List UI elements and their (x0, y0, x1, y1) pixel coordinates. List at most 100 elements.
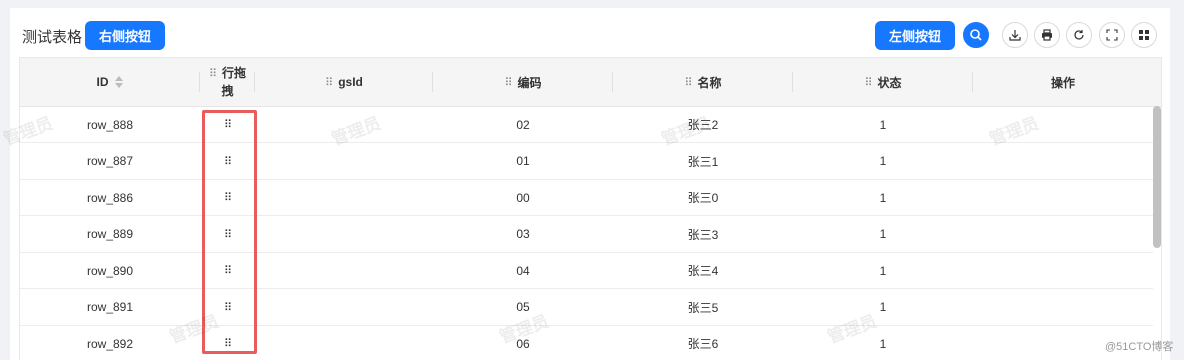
cell-status: 1 (879, 154, 887, 168)
cell-action (973, 290, 1153, 325)
drag-handle-icon[interactable]: ⠿ (684, 76, 692, 89)
row-drag-handle-icon[interactable]: ⠿ (224, 264, 232, 277)
column-header-label: gsId (338, 75, 363, 89)
cell-drag[interactable]: ⠿ (200, 290, 255, 325)
column-settings-button[interactable] (1131, 22, 1157, 48)
column-header-label: ID (96, 75, 109, 89)
cell-gsId (255, 107, 433, 142)
drag-handle-icon[interactable]: ⠿ (325, 76, 333, 89)
cell-action (973, 217, 1153, 252)
row-drag-handle-icon[interactable]: ⠿ (224, 191, 232, 204)
cell-id: row_891 (86, 300, 134, 314)
cell-action (973, 144, 1153, 179)
row-drag-handle-icon[interactable]: ⠿ (224, 228, 232, 241)
table-row[interactable]: row_891 ⠿ 05 张三5 1 (20, 290, 1153, 326)
print-icon (1042, 29, 1052, 41)
cell-drag[interactable]: ⠿ (200, 107, 255, 142)
column-header-action: 操作 (973, 58, 1153, 106)
data-table: ID ⠿ 行拖拽 ⠿ gsId ⠿ 编码 ⠿ 名称 ⠿ 状态 操作 row_888 ⠿ 02 张… (19, 57, 1162, 360)
cell-id: row_889 (86, 227, 134, 241)
column-header-status[interactable]: ⠿ 状态 (793, 58, 973, 106)
column-header-name[interactable]: ⠿ 名称 (613, 58, 793, 106)
cell-gsId (255, 144, 433, 179)
column-header-code[interactable]: ⠿ 编码 (433, 58, 613, 106)
row-drag-handle-icon[interactable]: ⠿ (224, 155, 232, 168)
sort-icon[interactable] (114, 75, 124, 89)
table-header: ID ⠿ 行拖拽 ⠿ gsId ⠿ 编码 ⠿ 名称 ⠿ 状态 操作 (20, 58, 1161, 107)
cell-name: 张三4 (687, 264, 719, 278)
cell-name: 张三0 (687, 191, 719, 205)
cell-name: 张三1 (687, 154, 719, 169)
column-header-drag[interactable]: ⠿ 行拖拽 (200, 58, 255, 106)
cell-code: 01 (516, 154, 530, 168)
cell-status: 1 (879, 227, 887, 241)
row-drag-handle-icon[interactable]: ⠿ (224, 118, 232, 131)
cell-status: 1 (879, 190, 887, 205)
cell-name: 张三6 (687, 337, 719, 351)
cell-gsId (255, 217, 433, 252)
cell-status: 1 (879, 336, 887, 351)
cell-gsId (255, 326, 433, 360)
print-button[interactable] (1034, 22, 1060, 48)
columns-icon (1139, 30, 1149, 40)
search-icon (970, 29, 982, 41)
cell-name: 张三5 (687, 300, 719, 315)
cell-id: row_888 (86, 117, 134, 132)
cell-drag[interactable]: ⠿ (200, 180, 255, 215)
table-row[interactable]: row_890 ⠿ 04 张三4 1 (20, 253, 1153, 289)
cell-status: 1 (879, 300, 887, 314)
search-button[interactable] (963, 22, 989, 48)
drag-handle-icon[interactable]: ⠿ (504, 76, 512, 89)
column-header-label: 行拖拽 (221, 65, 247, 98)
cell-code: 03 (516, 227, 530, 241)
cell-id: row_892 (86, 336, 134, 351)
corner-watermark: @51CTO博客 (1105, 341, 1174, 353)
column-header-id[interactable]: ID (20, 58, 200, 106)
cell-drag[interactable]: ⠿ (200, 253, 255, 288)
cell-drag[interactable]: ⠿ (200, 217, 255, 252)
column-header-label: 状态 (877, 75, 902, 90)
refresh-button[interactable] (1066, 22, 1092, 48)
table-row[interactable]: row_887 ⠿ 01 张三1 1 (20, 144, 1153, 180)
right-side-button[interactable]: 右侧按钮 (85, 21, 165, 50)
column-header-label: 操作 (1050, 75, 1075, 90)
cell-id: row_890 (86, 263, 134, 278)
fullscreen-button[interactable] (1099, 22, 1125, 48)
cell-drag[interactable]: ⠿ (200, 144, 255, 179)
cell-code: 04 (516, 263, 530, 278)
refresh-icon (1074, 30, 1084, 40)
cell-name: 张三3 (687, 227, 719, 242)
cell-name: 张三2 (687, 118, 719, 132)
cell-action (973, 107, 1153, 142)
cell-action (973, 180, 1153, 215)
drag-handle-icon[interactable]: ⠿ (864, 76, 872, 89)
cell-code: 06 (516, 336, 530, 351)
cell-action (973, 253, 1153, 288)
table-row[interactable]: row_888 ⠿ 02 张三2 1 (20, 107, 1153, 143)
table-row[interactable]: row_889 ⠿ 03 张三3 1 (20, 217, 1153, 253)
cell-code: 05 (516, 300, 530, 314)
table-title: 测试表格 (22, 29, 83, 46)
table-row[interactable]: row_886 ⠿ 00 张三0 1 (20, 180, 1153, 216)
column-header-label: 编码 (517, 75, 542, 90)
drag-handle-icon[interactable]: ⠿ (209, 68, 217, 80)
cell-code: 02 (516, 117, 530, 132)
cell-drag[interactable]: ⠿ (200, 326, 255, 360)
vertical-scrollbar[interactable] (1153, 106, 1161, 248)
cell-status: 1 (879, 263, 887, 278)
column-header-label: 名称 (697, 75, 722, 90)
column-header-gsid[interactable]: ⠿ gsId (255, 58, 433, 106)
cell-status: 1 (879, 117, 887, 132)
table-row[interactable]: row_892 ⠿ 06 张三6 1 (20, 326, 1153, 360)
row-drag-handle-icon[interactable]: ⠿ (224, 337, 232, 350)
cell-id: row_887 (86, 154, 134, 168)
row-drag-handle-icon[interactable]: ⠿ (224, 301, 232, 314)
cell-code: 00 (516, 190, 530, 205)
left-side-button[interactable]: 左侧按钮 (875, 21, 955, 50)
cell-gsId (255, 180, 433, 215)
cell-gsId (255, 290, 433, 325)
cell-gsId (255, 253, 433, 288)
download-icon (1009, 30, 1021, 41)
fullscreen-icon (1106, 29, 1118, 41)
download-button[interactable] (1002, 22, 1028, 48)
